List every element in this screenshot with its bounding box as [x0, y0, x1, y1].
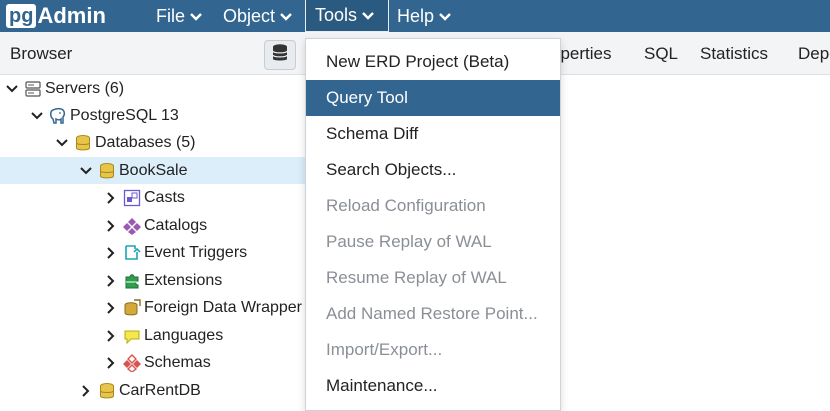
tree-node-label: Extensions: [144, 271, 223, 289]
extensions-icon: [123, 272, 141, 290]
chevron-down-icon[interactable]: [29, 108, 45, 124]
chevron-right-icon[interactable]: [78, 383, 94, 399]
database-icon: [98, 382, 116, 400]
servers-icon: [24, 80, 42, 98]
menu-item-new-erd-project[interactable]: New ERD Project (Beta): [306, 44, 560, 80]
tree-node-servers[interactable]: Servers (6): [0, 75, 305, 102]
tree-node-label: Servers (6): [45, 79, 125, 97]
languages-icon: [123, 327, 141, 345]
database-icon: [98, 162, 116, 180]
top-navbar: pg Admin File Object Tools Help: [0, 0, 830, 32]
tree-node-extensions[interactable]: Extensions: [0, 267, 305, 294]
menu-object-label: Object: [223, 5, 276, 26]
chevron-down-icon[interactable]: [78, 163, 94, 179]
database-icon: [271, 43, 289, 68]
query-tool-button[interactable]: [264, 40, 296, 70]
pgadmin-logo[interactable]: pg Admin: [6, 3, 106, 29]
menu-item-search-objects[interactable]: Search Objects...: [306, 152, 560, 188]
event-triggers-icon: [123, 244, 141, 262]
tree-node-label: Languages: [144, 326, 224, 344]
chevron-right-icon[interactable]: [103, 245, 119, 261]
tab-dependencies[interactable]: Depe: [798, 44, 830, 64]
tab-statistics[interactable]: Statistics: [700, 44, 768, 64]
tree-node-booksale[interactable]: BookSale: [0, 157, 305, 184]
menu-item-query-tool[interactable]: Query Tool: [306, 80, 560, 116]
tree-node-languages[interactable]: Languages: [0, 322, 305, 349]
chevron-right-icon[interactable]: [103, 273, 119, 289]
menu-item-schema-diff[interactable]: Schema Diff: [306, 116, 560, 152]
menu-item-add-named-restore-point[interactable]: Add Named Restore Point...: [306, 296, 560, 332]
tree-node-label: Catalogs: [144, 216, 208, 234]
tools-dropdown-menu: New ERD Project (Beta) Query Tool Schema…: [305, 38, 561, 411]
tree-node-postgresql-13[interactable]: PostgreSQL 13: [0, 102, 305, 129]
tree-node-label: BookSale: [119, 161, 188, 179]
foreign-data-wrapper-icon: [123, 298, 141, 317]
menu-help-label: Help: [397, 5, 435, 26]
tree-node-carrentdb[interactable]: CarRentDB: [0, 377, 305, 404]
tree-node-label: Databases (5): [95, 133, 196, 151]
tree-node-databases[interactable]: Databases (5): [0, 129, 305, 156]
tree-node-label: Foreign Data Wrapper: [144, 298, 302, 316]
browser-panel-header: Browser: [0, 32, 305, 75]
menu-help[interactable]: Help: [388, 0, 460, 32]
tab-sql[interactable]: SQL: [644, 44, 678, 64]
tree-node-label: CarRentDB: [119, 381, 201, 399]
chevron-down-icon: [439, 6, 451, 27]
chevron-down-icon: [190, 6, 202, 27]
tree-node-casts[interactable]: Casts: [0, 184, 305, 211]
menu-tools[interactable]: Tools: [305, 0, 389, 32]
tree-node-label: Casts: [144, 188, 185, 206]
browser-title: Browser: [10, 44, 73, 63]
databases-icon: [74, 134, 92, 152]
catalogs-icon: [123, 217, 141, 235]
chevron-right-icon[interactable]: [103, 355, 119, 371]
logo-admin: Admin: [37, 3, 106, 28]
chevron-right-icon[interactable]: [103, 218, 119, 234]
menu-item-reload-configuration[interactable]: Reload Configuration: [306, 188, 560, 224]
menu-object[interactable]: Object: [214, 0, 301, 32]
tree-node-catalogs[interactable]: Catalogs: [0, 212, 305, 239]
menu-item-maintenance[interactable]: Maintenance...: [306, 368, 560, 404]
schemas-icon: [123, 353, 141, 372]
tree-node-foreign-data-wrapper[interactable]: Foreign Data Wrapper: [0, 294, 305, 321]
menu-file-label: File: [156, 5, 186, 26]
menu-file[interactable]: File: [147, 0, 211, 32]
chevron-right-icon[interactable]: [103, 300, 119, 316]
tree-node-label: Event Triggers: [144, 243, 248, 261]
menu-item-resume-replay-wal[interactable]: Resume Replay of WAL: [306, 260, 560, 296]
chevron-down-icon: [280, 6, 292, 27]
tree-node-label: Schemas: [144, 353, 211, 371]
chevron-down-icon: [362, 5, 374, 26]
tree-node-label: PostgreSQL 13: [70, 106, 179, 124]
menu-tools-label: Tools: [315, 5, 358, 25]
menu-item-pause-replay-wal[interactable]: Pause Replay of WAL: [306, 224, 560, 260]
menu-item-import-export[interactable]: Import/Export...: [306, 332, 560, 368]
postgresql-elephant-icon: [49, 107, 67, 125]
casts-icon: [123, 189, 141, 207]
chevron-down-icon[interactable]: [4, 81, 20, 97]
logo-pg: pg: [6, 4, 37, 28]
tree-node-schemas[interactable]: Schemas: [0, 349, 305, 376]
chevron-right-icon[interactable]: [103, 328, 119, 344]
tree-node-event-triggers[interactable]: Event Triggers: [0, 239, 305, 266]
chevron-right-icon[interactable]: [103, 190, 119, 206]
chevron-down-icon[interactable]: [54, 135, 70, 151]
